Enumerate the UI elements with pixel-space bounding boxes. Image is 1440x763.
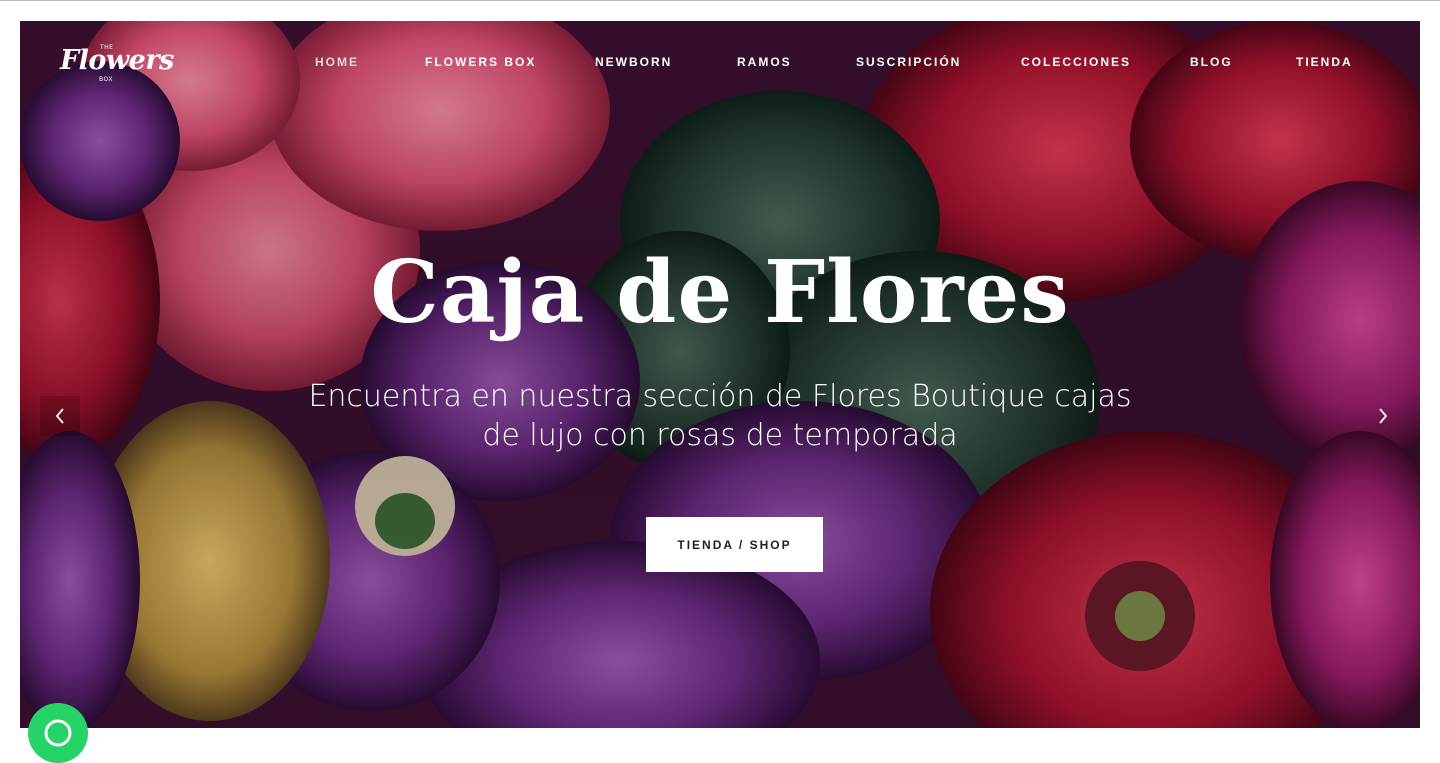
top-border-line [0, 0, 1440, 1]
nav-item-flowers-box[interactable]: FLOWERS BOX [425, 55, 536, 69]
hero-overlay [20, 21, 1420, 728]
nav-item-colecciones[interactable]: COLECCIONES [1021, 55, 1131, 69]
whatsapp-icon [44, 719, 72, 747]
nav-item-home[interactable]: HOME [315, 55, 359, 69]
hero-slider: THE Flowers BOX HOME FLOWERS BOX NEWBORN… [20, 21, 1420, 728]
hero-subtitle: Encuentra en nuestra sección de Flores B… [308, 379, 1132, 453]
nav-item-ramos[interactable]: RAMOS [737, 55, 792, 69]
main-navigation: HOME FLOWERS BOX NEWBORN RAMOS SUSCRIPCI… [20, 55, 1420, 75]
whatsapp-button[interactable] [28, 703, 88, 763]
logo-box-text: BOX [99, 76, 113, 83]
hero-title: Caja de Flores [370, 242, 1070, 343]
slider-prev-button[interactable] [40, 396, 80, 436]
chevron-right-icon [1379, 408, 1388, 424]
nav-item-tienda[interactable]: TIENDA [1296, 55, 1353, 69]
slider-next-button[interactable] [1363, 396, 1403, 436]
nav-item-suscripcion[interactable]: SUSCRIPCIÓN [856, 55, 961, 69]
nav-item-blog[interactable]: BLOG [1190, 55, 1233, 69]
nav-item-newborn[interactable]: NEWBORN [595, 55, 672, 69]
chevron-left-icon [55, 408, 64, 424]
shop-button[interactable]: TIENDA / SHOP [646, 517, 823, 572]
